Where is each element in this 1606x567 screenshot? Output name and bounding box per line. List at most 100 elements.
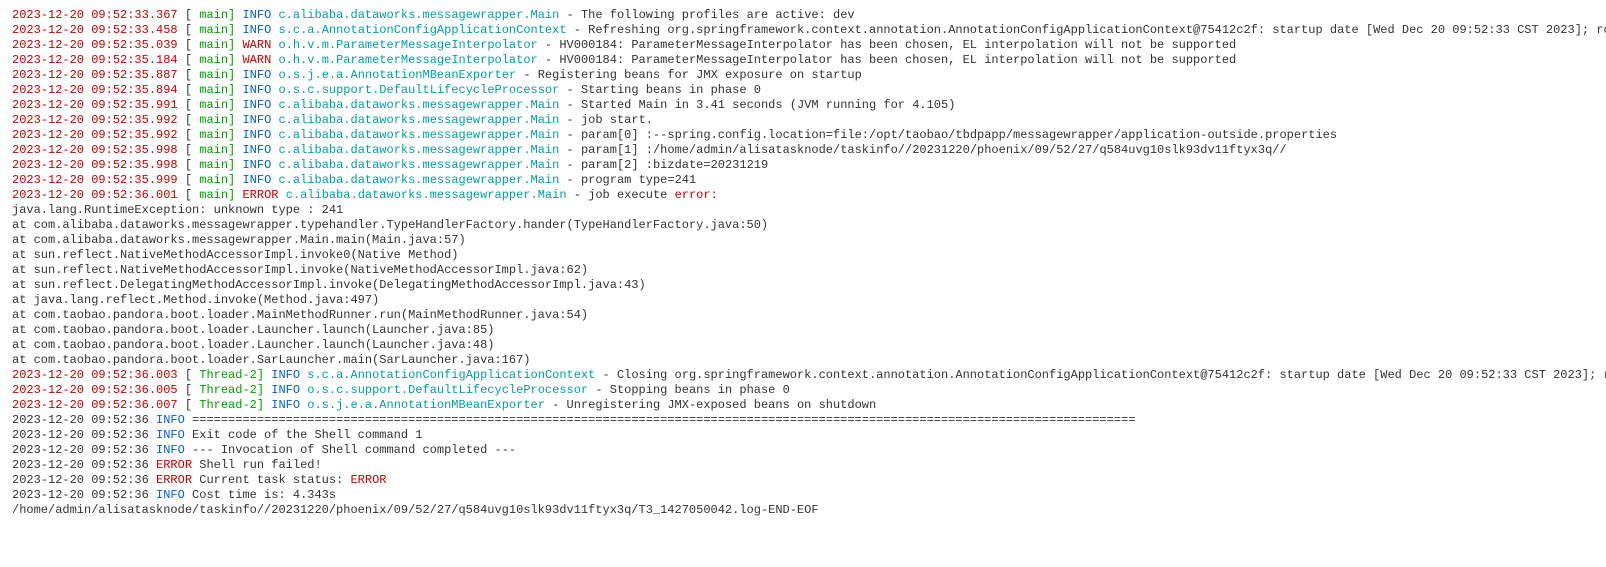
- log-timestamp: 2023-12-20 09:52:36.007: [12, 398, 178, 412]
- log-logger: o.s.c.support.DefaultLifecycleProcessor: [278, 83, 559, 97]
- log-thread: main]: [199, 113, 235, 127]
- log-bracket: [: [185, 38, 192, 52]
- log-message: Cost time is: 4.343s: [192, 488, 336, 502]
- log-level: INFO: [242, 8, 271, 22]
- log-thread: main]: [199, 173, 235, 187]
- log-timestamp: 2023-12-20 09:52:35.887: [12, 68, 178, 82]
- log-bracket: [: [185, 53, 192, 67]
- log-bracket: [: [185, 83, 192, 97]
- log-level: ERROR: [156, 473, 192, 487]
- log-bracket: [: [185, 383, 192, 397]
- log-message: ========================================…: [192, 413, 1135, 427]
- log-level: INFO: [271, 368, 300, 382]
- log-plain-line: at sun.reflect.NativeMethodAccessorImpl.…: [12, 248, 458, 262]
- log-plain-line: at com.taobao.pandora.boot.loader.MainMe…: [12, 308, 588, 322]
- log-line: 2023-12-20 09:52:36 INFO Exit code of th…: [12, 428, 1594, 443]
- log-short-timestamp: 2023-12-20 09:52:36: [12, 488, 156, 502]
- log-timestamp: 2023-12-20 09:52:35.992: [12, 113, 178, 127]
- log-line: 2023-12-20 09:52:36.005 [ Thread-2] INFO…: [12, 383, 1594, 398]
- log-timestamp: 2023-12-20 09:52:36.001: [12, 188, 178, 202]
- log-line: 2023-12-20 09:52:35.992 [ main] INFO c.a…: [12, 113, 1594, 128]
- log-logger: o.h.v.m.ParameterMessageInterpolator: [278, 38, 537, 52]
- log-message: Unregistering JMX-exposed beans on shutd…: [567, 398, 877, 412]
- log-line: at com.taobao.pandora.boot.loader.MainMe…: [12, 308, 1594, 323]
- log-bracket: [: [185, 173, 192, 187]
- log-line: 2023-12-20 09:52:36 ERROR Shell run fail…: [12, 458, 1594, 473]
- log-logger: s.c.a.AnnotationConfigApplicationContext: [278, 23, 566, 37]
- log-plain-line: at com.alibaba.dataworks.messagewrapper.…: [12, 218, 768, 232]
- log-timestamp: 2023-12-20 09:52:35.992: [12, 128, 178, 142]
- log-line: 2023-12-20 09:52:33.367 [ main] INFO c.a…: [12, 8, 1594, 23]
- log-line: java.lang.RuntimeException: unknown type…: [12, 203, 1594, 218]
- log-bracket: [: [185, 143, 192, 157]
- log-bracket: [: [185, 98, 192, 112]
- log-line: 2023-12-20 09:52:35.999 [ main] INFO c.a…: [12, 173, 1594, 188]
- log-short-timestamp: 2023-12-20 09:52:36: [12, 413, 156, 427]
- log-message: job execute: [588, 188, 674, 202]
- log-logger: c.alibaba.dataworks.messagewrapper.Main: [278, 173, 559, 187]
- log-line: at com.taobao.pandora.boot.loader.Launch…: [12, 338, 1594, 353]
- log-line: 2023-12-20 09:52:33.458 [ main] INFO s.c…: [12, 23, 1594, 38]
- log-line: /home/admin/alisatasknode/taskinfo//2023…: [12, 503, 1594, 518]
- log-message: job start.: [581, 113, 653, 127]
- log-line: 2023-12-20 09:52:36 ERROR Current task s…: [12, 473, 1594, 488]
- log-bracket: [: [185, 8, 192, 22]
- log-level: INFO: [156, 443, 185, 457]
- log-logger: c.alibaba.dataworks.messagewrapper.Main: [278, 128, 559, 142]
- log-level: INFO: [242, 98, 271, 112]
- log-line: 2023-12-20 09:52:35.894 [ main] INFO o.s…: [12, 83, 1594, 98]
- log-level: ERROR: [242, 188, 278, 202]
- log-message: The following profiles are active: dev: [581, 8, 855, 22]
- log-message: Stopping beans in phase 0: [610, 383, 790, 397]
- log-bracket: [: [185, 68, 192, 82]
- log-message: param[1] :/home/admin/alisatasknode/task…: [581, 143, 1287, 157]
- log-line: 2023-12-20 09:52:36 INFO --- Invocation …: [12, 443, 1594, 458]
- log-bracket: [: [185, 128, 192, 142]
- log-line: 2023-12-20 09:52:36.007 [ Thread-2] INFO…: [12, 398, 1594, 413]
- log-output: 2023-12-20 09:52:33.367 [ main] INFO c.a…: [12, 8, 1594, 518]
- log-line: 2023-12-20 09:52:35.998 [ main] INFO c.a…: [12, 143, 1594, 158]
- log-line: at java.lang.reflect.Method.invoke(Metho…: [12, 293, 1594, 308]
- log-level: INFO: [242, 113, 271, 127]
- log-line: at com.alibaba.dataworks.messagewrapper.…: [12, 233, 1594, 248]
- log-line: 2023-12-20 09:52:36.001 [ main] ERROR c.…: [12, 188, 1594, 203]
- log-line: 2023-12-20 09:52:35.887 [ main] INFO o.s…: [12, 68, 1594, 83]
- log-message-error: ERROR: [350, 473, 386, 487]
- log-level: INFO: [271, 398, 300, 412]
- log-message: Closing org.springframework.context.anno…: [617, 368, 1606, 382]
- log-plain-line: at sun.reflect.DelegatingMethodAccessorI…: [12, 278, 646, 292]
- log-message: param[0] :--spring.config.location=file:…: [581, 128, 1337, 142]
- log-level: INFO: [242, 23, 271, 37]
- log-short-timestamp: 2023-12-20 09:52:36: [12, 428, 156, 442]
- log-message: Registering beans for JMX exposure on st…: [538, 68, 862, 82]
- log-line: 2023-12-20 09:52:35.992 [ main] INFO c.a…: [12, 128, 1594, 143]
- log-message: Current task status:: [199, 473, 350, 487]
- log-bracket: [: [185, 23, 192, 37]
- log-level: INFO: [156, 428, 185, 442]
- log-timestamp: 2023-12-20 09:52:33.458: [12, 23, 178, 37]
- log-message: Refreshing org.springframework.context.a…: [588, 23, 1606, 37]
- log-level: WARN: [242, 53, 271, 67]
- log-message: Shell run failed!: [199, 458, 321, 472]
- log-line: at com.taobao.pandora.boot.loader.SarLau…: [12, 353, 1594, 368]
- log-plain-line: at com.taobao.pandora.boot.loader.Launch…: [12, 338, 494, 352]
- log-thread: main]: [199, 128, 235, 142]
- log-timestamp: 2023-12-20 09:52:35.184: [12, 53, 178, 67]
- log-logger: c.alibaba.dataworks.messagewrapper.Main: [278, 158, 559, 172]
- log-message: program type=241: [581, 173, 696, 187]
- log-bracket: [: [185, 368, 192, 382]
- log-message: Starting beans in phase 0: [581, 83, 761, 97]
- log-level: INFO: [271, 383, 300, 397]
- log-plain-line: java.lang.RuntimeException: unknown type…: [12, 203, 343, 217]
- log-level: INFO: [242, 68, 271, 82]
- log-logger: c.alibaba.dataworks.messagewrapper.Main: [278, 98, 559, 112]
- log-message: param[2] :bizdate=20231219: [581, 158, 768, 172]
- log-plain-line: at com.taobao.pandora.boot.loader.Launch…: [12, 323, 494, 337]
- log-line: at sun.reflect.NativeMethodAccessorImpl.…: [12, 248, 1594, 263]
- log-thread: main]: [199, 68, 235, 82]
- log-level: INFO: [242, 158, 271, 172]
- log-thread: main]: [199, 158, 235, 172]
- log-level: INFO: [242, 173, 271, 187]
- log-short-timestamp: 2023-12-20 09:52:36: [12, 458, 156, 472]
- log-plain-line: at java.lang.reflect.Method.invoke(Metho…: [12, 293, 379, 307]
